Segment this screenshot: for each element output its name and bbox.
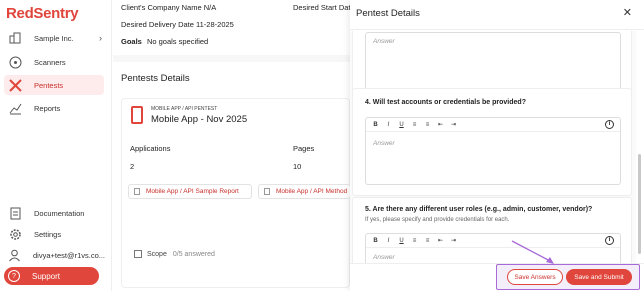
pentest-name: Mobile App - Nov 2025 [151,114,248,125]
outdent-button[interactable]: ⇤ [437,121,444,128]
annotation-arrow-icon [511,240,554,264]
scroll-thumb[interactable] [638,154,641,254]
gear-icon [8,227,22,241]
pages-label: Pages [293,144,315,153]
goals-label: Goals [121,37,142,46]
answer-placeholder: Answer [373,140,395,147]
panel-scrollbar[interactable] [637,32,642,260]
chip-label: Mobile App / API Sample Report [146,188,239,195]
pentest-details-panel: Pentest Details ✕ Answer 4. Will test ac… [350,0,644,291]
redsentry-logo[interactable]: RedSentry [6,5,79,22]
crossed-swords-icon [8,78,22,92]
question-card: 4. Will test accounts or credentials be … [352,88,632,196]
sidebar-item-reports[interactable]: Reports [4,98,104,118]
question-text: 5. Are there any different user roles (e… [365,206,593,213]
panel-title: Pentest Details [356,8,420,19]
italic-button[interactable]: I [385,122,392,128]
sidebar-item-label: Scanners [34,57,66,67]
delivery-date-row: Desired Delivery Date 11-28-2025 [121,20,234,29]
scope-count: 0/5 answered [172,250,215,258]
question-card: 5. Are there any different user roles (e… [352,197,632,263]
scope-label: Scope [147,250,167,258]
underline-button[interactable]: U [398,122,405,128]
desired-start-label: Desired Start Dat [293,3,351,12]
support-button[interactable]: ? Support [4,267,99,285]
sidebar-item-account[interactable]: divya+test@r1vs.co... [4,245,106,265]
mobile-phone-icon [131,106,143,124]
sidebar: RedSentry Sample Inc. › Scanners Pentest… [0,0,112,291]
sidebar-item-settings[interactable]: Settings [4,224,104,244]
sidebar-item-label: Reports [34,103,61,113]
help-icon: ? [8,270,20,282]
editor-toolbar: B I U ≡ ≡ ⇤ ⇥ i [366,118,620,132]
radar-icon [8,55,22,69]
chevron-right-icon: › [99,33,102,43]
sidebar-item-label: Documentation [34,208,85,218]
sidebar-item-label: Settings [34,229,62,239]
sidebar-item-documentation[interactable]: Documentation [4,203,104,223]
methodology-link[interactable]: Mobile App / API Method [258,184,350,199]
info-icon[interactable]: i [605,120,614,129]
chip-label: Mobile App / API Method [276,188,348,195]
support-label: Support [32,271,61,281]
section-title: Pentests Details [121,73,190,84]
applications-value: 2 [130,162,135,171]
panel-footer: Save Answers Save and Submit [350,263,644,291]
answer-placeholder: Answer [373,254,395,261]
building-icon [8,31,22,45]
applications-label: Applications [130,144,171,153]
panel-header: Pentest Details ✕ [350,0,644,30]
indent-button[interactable]: ⇥ [450,237,457,244]
underline-button[interactable]: U [398,238,405,244]
pages-value: 10 [293,162,302,171]
document-icon [8,206,22,220]
org-name: Sample Inc. [34,33,74,43]
chart-icon [8,101,22,115]
save-answers-button[interactable]: Save Answers [507,269,563,285]
document-icon [134,188,140,195]
company-name-row: Client's Company Name N/A [121,3,217,12]
info-card: Client's Company Name N/A Desired Start … [113,0,351,55]
bullet-list-button[interactable]: ≡ [411,238,418,244]
document-icon [264,188,270,195]
scope-row[interactable]: Scope 0/5 answered [134,250,215,258]
answer-textarea[interactable]: B I U ≡ ≡ ⇤ ⇥ i Answer [365,117,621,185]
answer-textarea[interactable]: B I U ≡ ≡ ⇤ ⇥ i Answer [365,233,621,263]
close-icon[interactable]: ✕ [623,6,632,19]
question-text: 4. Will test accounts or credentials be … [365,99,526,106]
panel-body[interactable]: Answer 4. Will test accounts or credenti… [350,31,636,263]
outdent-button[interactable]: ⇤ [437,237,444,244]
account-email: divya+test@r1vs.co... [33,250,106,260]
answer-placeholder: Answer [373,38,395,45]
sidebar-item-label: Pentests [34,80,64,90]
pentest-kind: MOBILE APP / API PENTEST [151,106,218,112]
grid-icon [134,250,142,258]
numbered-list-button[interactable]: ≡ [424,122,431,128]
indent-button[interactable]: ⇥ [450,121,457,128]
org-switcher[interactable]: Sample Inc. › [4,28,104,48]
main-content: Client's Company Name N/A Desired Start … [113,0,351,291]
italic-button[interactable]: I [385,238,392,244]
numbered-list-button[interactable]: ≡ [424,238,431,244]
editor-toolbar: B I U ≡ ≡ ⇤ ⇥ i [366,234,620,248]
user-icon [8,248,21,262]
info-icon[interactable]: i [605,236,614,245]
save-and-submit-button[interactable]: Save and Submit [566,269,632,285]
question-subtext: If yes, please specify and provide crede… [365,217,510,223]
goals-value: No goals specified [146,37,209,46]
goals-row: Goals No goals specified [121,37,208,46]
bold-button[interactable]: B [372,238,379,244]
sidebar-item-scanners[interactable]: Scanners [4,52,104,72]
sample-report-link[interactable]: Mobile App / API Sample Report [128,184,252,199]
bullet-list-button[interactable]: ≡ [411,122,418,128]
sidebar-item-pentests[interactable]: Pentests [4,75,104,95]
bold-button[interactable]: B [372,122,379,128]
